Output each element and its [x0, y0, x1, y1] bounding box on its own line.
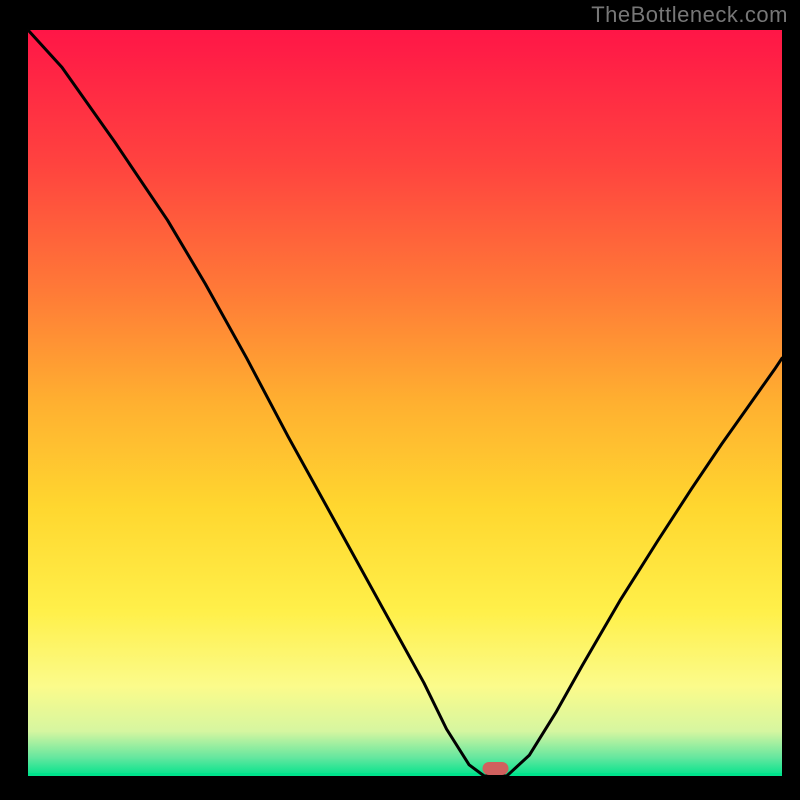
watermark-text: TheBottleneck.com — [591, 2, 788, 28]
chart-svg — [0, 0, 800, 800]
optimal-marker — [483, 762, 509, 775]
chart-container: { "watermark": "TheBottleneck.com", "cha… — [0, 0, 800, 800]
gradient-background — [28, 30, 782, 776]
baseline-strip — [28, 773, 782, 776]
